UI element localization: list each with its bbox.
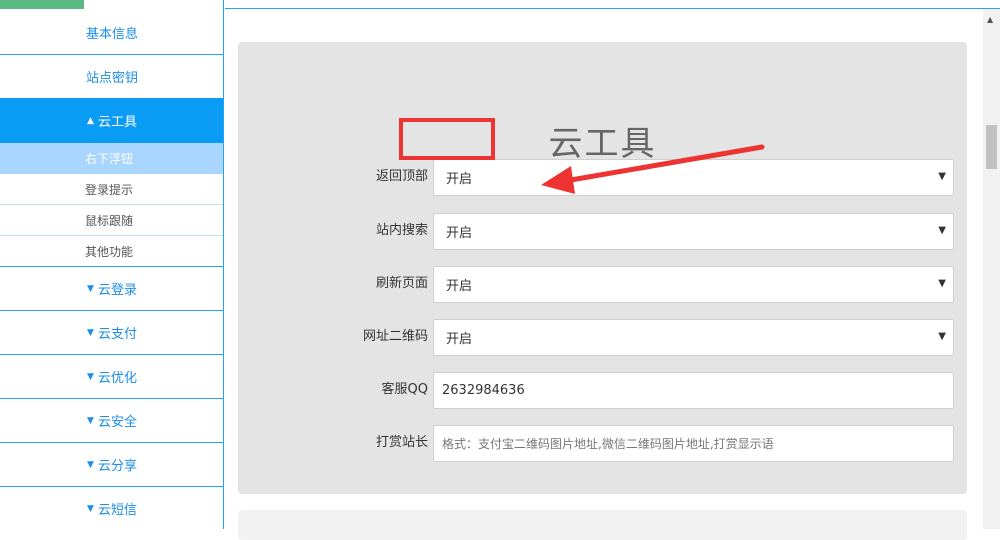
sidebar-subitem-label: 其他功能 (85, 244, 134, 259)
sidebar-item-label: 云短信 (97, 503, 137, 518)
sidebar-item-cloud-pay[interactable]: ▼ 云支付 (0, 311, 223, 355)
sidebar-subitem-label: 右下浮钮 (85, 152, 134, 166)
caret-down-icon: ▼ (87, 371, 94, 382)
sidebar-item-basic-info[interactable]: 基本信息 (0, 10, 223, 55)
sidebar-top-strip (84, 0, 223, 9)
sidebar-item-label: 云安全 (97, 415, 137, 430)
vertical-scrollbar[interactable]: ▲ (983, 9, 1000, 529)
sidebar-subitem-mouse-follow[interactable]: 鼠标跟随 (0, 205, 223, 236)
sidebar-item-label: 云支付 (97, 327, 137, 342)
sidebar-item-label: 站点密钥 (85, 71, 138, 86)
sidebar-item-cloud-tools[interactable]: ▲ 云工具 (0, 98, 223, 143)
sidebar-item-cloud-optimize[interactable]: ▼ 云优化 (0, 355, 223, 399)
caret-down-icon: ▼ (87, 459, 94, 470)
caret-down-icon: ▼ (87, 415, 94, 426)
sidebar: 基本信息 站点密钥 ▲ 云工具 右下浮钮 登录提示 鼠标跟随 其他功能 ▼ 云登… (0, 0, 224, 529)
sidebar-item-label: 云分享 (97, 459, 137, 474)
caret-down-icon: ▼ (87, 283, 94, 294)
caret-down-icon: ▼ (87, 503, 94, 514)
sidebar-item-cloud-login[interactable]: ▼ 云登录 (0, 267, 223, 311)
caret-up-icon: ▲ (87, 115, 94, 126)
sidebar-subitem-float-button[interactable]: 右下浮钮 (0, 143, 223, 174)
annotation-arrow-icon (541, 144, 765, 194)
caret-down-icon: ▼ (87, 327, 94, 338)
sidebar-item-site-key[interactable]: 站点密钥 (0, 55, 223, 98)
sidebar-item-cloud-share[interactable]: ▼ 云分享 (0, 443, 223, 487)
sidebar-item-cloud-sms[interactable]: ▼ 云短信 (0, 487, 223, 529)
sidebar-subitem-login-tip[interactable]: 登录提示 (0, 174, 223, 205)
main-content: 云工具 返回顶部 开启 ▼ 站内搜索 开启 ▼ 刷新页面 开启 ▼ 网址二维码 … (225, 0, 1000, 540)
sidebar-item-label: 云工具 (97, 115, 137, 130)
sidebar-subitem-label: 鼠标跟随 (85, 213, 134, 228)
sidebar-item-label: 基本信息 (85, 26, 138, 42)
sidebar-subitem-other[interactable]: 其他功能 (0, 236, 223, 267)
sidebar-item-cloud-security[interactable]: ▼ 云安全 (0, 399, 223, 443)
sidebar-item-label: 云登录 (97, 283, 137, 298)
sidebar-item-label: 云优化 (97, 371, 137, 386)
sidebar-subitem-label: 登录提示 (85, 182, 134, 197)
scroll-up-icon[interactable]: ▲ (987, 15, 993, 24)
scrollbar-thumb[interactable] (986, 125, 997, 169)
sidebar-top-accent (0, 0, 84, 9)
